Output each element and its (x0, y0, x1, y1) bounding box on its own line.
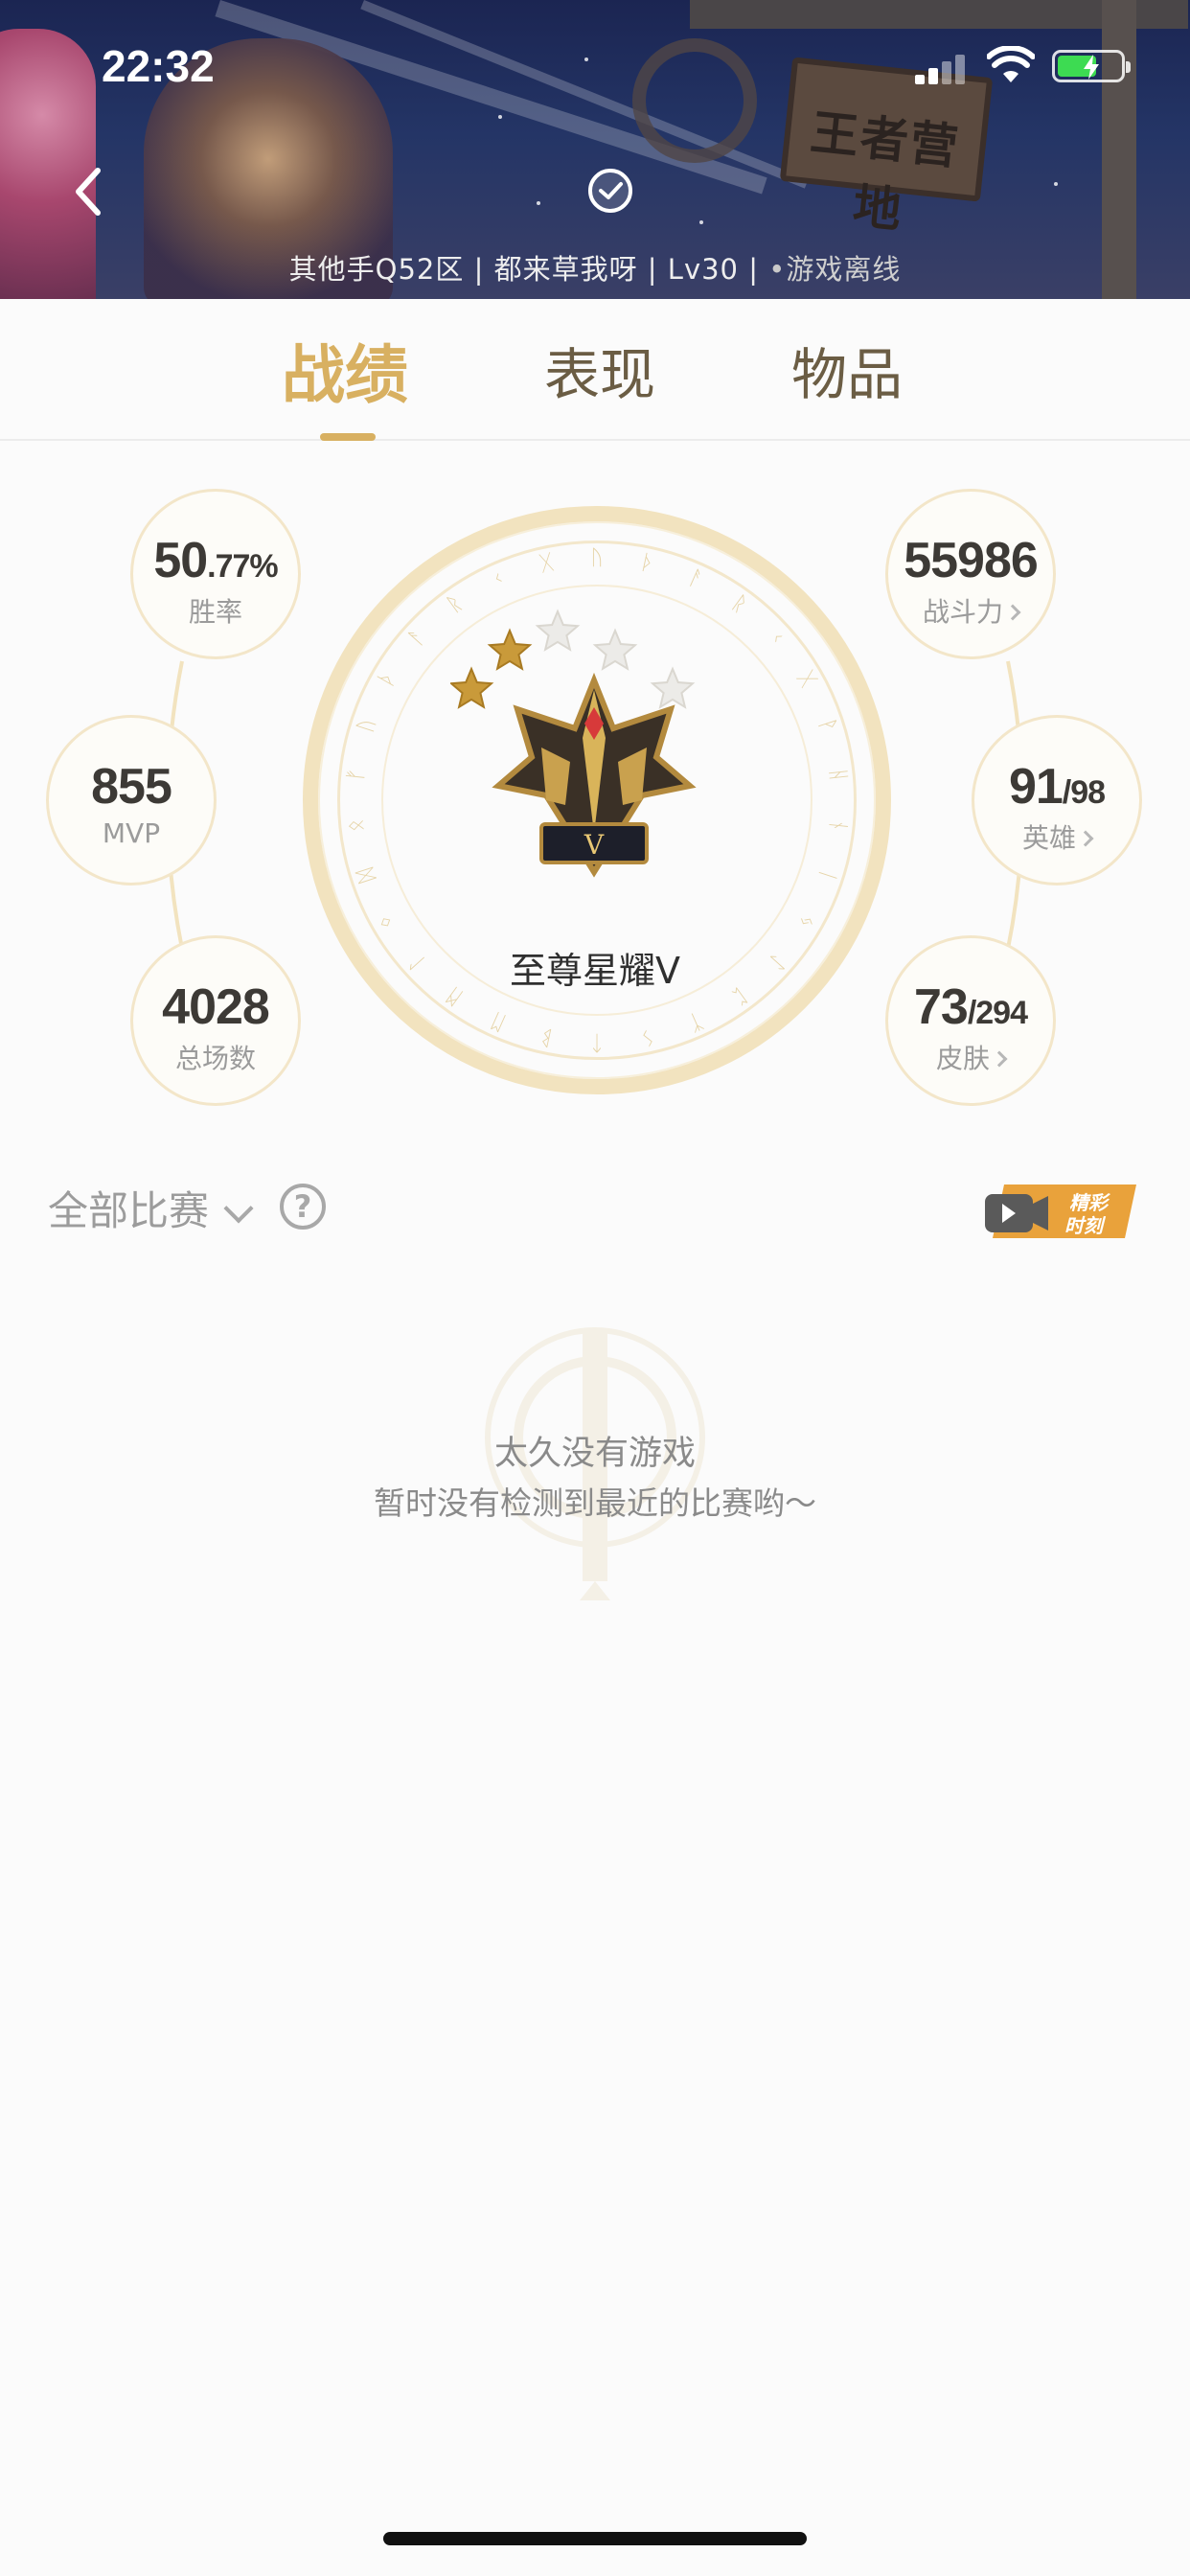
skins-label: 皮肤 (888, 1038, 1053, 1076)
rank-name: 至尊星耀Ⅴ (510, 950, 680, 992)
rune-glyph: ᛏ (590, 1030, 603, 1054)
wifi-icon (987, 46, 1035, 82)
tab-active-indicator (320, 433, 376, 441)
online-status: 游戏离线 (786, 253, 902, 286)
rune-glyph: ᛞ (354, 865, 380, 885)
rune-glyph: ᚺ (825, 768, 850, 783)
rune-glyph: ᚲ (764, 626, 790, 652)
back-arrow-icon[interactable] (67, 163, 115, 220)
highlight-moments-button[interactable]: 精彩 时刻 (983, 1181, 1136, 1242)
highlight-label-2: 时刻 (1064, 1214, 1107, 1237)
star-empty-icon (535, 609, 581, 652)
help-icon[interactable]: ? (280, 1184, 326, 1230)
chevron-right-icon (1004, 604, 1021, 621)
win-rate-value: 50.77% (153, 533, 278, 588)
rank-tier-numeral: V (584, 829, 605, 861)
stat-mvp: 855 MVP (46, 715, 217, 886)
rank-badge-icon[interactable]: V (450, 594, 738, 910)
stat-heroes[interactable]: 91/98 英雄 (972, 715, 1142, 886)
combat-power-value: 55986 (904, 533, 1039, 588)
chevron-down-icon[interactable] (223, 1193, 254, 1224)
mvp-value: 855 (91, 759, 172, 815)
rune-glyph: ᚦ (638, 550, 655, 576)
profile-info-text: 其他手Q52区 | 都来草我呀 | Lv30 | (288, 253, 769, 286)
rune-glyph: ᚢ (590, 546, 603, 570)
rune-glyph: ᚷ (538, 550, 555, 576)
tab-records[interactable]: 战绩 (282, 324, 408, 416)
heroes-label: 英雄 (974, 817, 1139, 856)
win-rate-label: 胜率 (188, 596, 242, 628)
banner-sign-text: 王者营地 (808, 104, 963, 240)
rune-glyph: ᚨ (685, 565, 706, 592)
rune-glyph: ᚢ (354, 716, 380, 735)
mvp-label: MVP (102, 817, 161, 849)
star-empty-icon (650, 666, 696, 709)
star-filled-icon (450, 666, 494, 709)
heroes-value: 91/98 (1008, 759, 1106, 815)
home-indicator (383, 2532, 807, 2545)
empty-state-subtitle: 暂时没有检测到最近的比赛哟～ (374, 1484, 816, 1522)
highlight-label-1: 精彩 (1069, 1191, 1111, 1214)
match-filter-dropdown[interactable]: 全部比赛 (48, 1179, 209, 1237)
rune-glyph: ᛖ (488, 1008, 509, 1035)
chevron-right-icon (991, 1050, 1008, 1068)
chevron-right-icon (1077, 830, 1094, 847)
status-time: 22:32 (102, 41, 215, 91)
empty-state-title: 太久没有游戏 (493, 1435, 696, 1473)
stat-combat-power[interactable]: 55986 战斗力 (885, 489, 1056, 659)
rune-glyph: ᛉ (685, 1008, 706, 1035)
rune-glyph: ᚹ (813, 716, 840, 735)
rune-glyph: ᛊ (638, 1024, 655, 1049)
status-dot: • (768, 253, 787, 286)
combat-power-label: 战斗力 (888, 591, 1053, 630)
star-filled-icon (487, 628, 533, 671)
header-banner: 王者营地 22:32 其他手Q52区 | 都来草我呀 | Lv30 | •游戏离… (0, 0, 1190, 299)
stat-win-rate: 50.77% 胜率 (130, 489, 301, 659)
rune-glyph: ᚷ (793, 668, 820, 691)
rune-glyph: ᛜ (374, 909, 400, 932)
total-games-label: 总场数 (174, 1043, 256, 1074)
profile-info: 其他手Q52区 | 都来草我呀 | Lv30 | •游戏离线 (0, 247, 1190, 288)
banner-emblem (632, 38, 757, 163)
cellular-signal-icon (915, 54, 967, 84)
rune-glyph: ᚾ (825, 817, 850, 833)
battery-icon (1052, 50, 1131, 82)
rank-stars (450, 609, 696, 709)
verified-badge-icon[interactable] (586, 167, 634, 215)
tab-items[interactable]: 物品 (791, 330, 903, 410)
tab-bar: 战绩 表现 物品 (0, 299, 1190, 441)
tab-performance[interactable]: 表现 (544, 330, 655, 410)
rune-glyph: ᚠ (344, 768, 369, 783)
rune-glyph: ᚲ (488, 565, 509, 592)
star-empty-icon (592, 628, 638, 671)
rune-glyph: ᛁ (813, 865, 840, 885)
rune-glyph: ᚨ (404, 626, 430, 652)
rune-glyph: ᛒ (538, 1024, 555, 1049)
rune-glyph: ᛟ (344, 817, 369, 833)
rune-glyph: ᛃ (793, 909, 820, 932)
rune-glyph: ᚦ (374, 668, 400, 691)
